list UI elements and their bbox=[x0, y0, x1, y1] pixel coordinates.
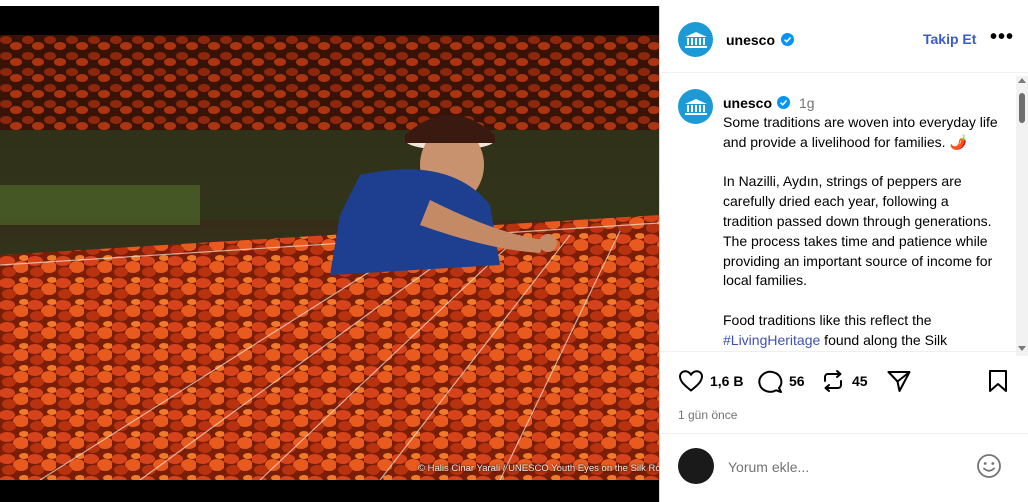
like-count[interactable]: 1,6 B bbox=[710, 373, 743, 389]
comment-box bbox=[660, 433, 1028, 502]
photo-credit: © Halis Cinar Yarali / UNESCO Youth Eyes… bbox=[418, 463, 659, 474]
post-date[interactable]: 1 gün önce bbox=[678, 408, 737, 422]
scroll-up-arrow-icon[interactable] bbox=[1018, 78, 1026, 83]
caption-time[interactable]: 1g bbox=[799, 95, 815, 111]
caption-avatar[interactable] bbox=[678, 89, 713, 124]
scrollbar-thumb[interactable] bbox=[1019, 93, 1025, 123]
post-header: unesco Takip Et ••• bbox=[660, 6, 1028, 73]
post-photo bbox=[0, 35, 659, 480]
comment-icon[interactable] bbox=[757, 369, 783, 393]
post-media[interactable]: © Halis Cinar Yarali / UNESCO Youth Eyes… bbox=[0, 6, 659, 502]
current-user-avatar bbox=[678, 448, 714, 484]
repost-count[interactable]: 45 bbox=[852, 373, 868, 389]
unesco-logo-icon bbox=[684, 31, 707, 48]
like-action[interactable]: 1,6 B bbox=[678, 369, 743, 393]
repost-action[interactable]: 45 bbox=[820, 369, 868, 393]
caption-text-segment: Food traditions like this reflect the bbox=[723, 311, 932, 328]
caption-paragraph: Food traditions like this reflect the #L… bbox=[723, 311, 1001, 351]
instagram-post: © Halis Cinar Yarali / UNESCO Youth Eyes… bbox=[0, 6, 1028, 502]
share-icon[interactable] bbox=[886, 369, 912, 393]
caption-text: Some traditions are woven into everyday … bbox=[723, 113, 1001, 358]
hashtag-link[interactable]: #LivingHeritage bbox=[723, 332, 820, 348]
comment-action[interactable]: 56 bbox=[757, 369, 805, 393]
caption-username[interactable]: unesco bbox=[723, 95, 772, 111]
more-options-button[interactable]: ••• bbox=[990, 26, 1014, 49]
save-action[interactable] bbox=[987, 369, 1009, 393]
post-actions: 1,6 B 56 45 1 gün önce bbox=[660, 351, 1028, 427]
verified-badge-icon bbox=[777, 96, 790, 109]
follow-button[interactable]: Takip Et bbox=[923, 31, 976, 47]
share-action[interactable] bbox=[886, 369, 912, 393]
comment-input[interactable] bbox=[726, 454, 960, 480]
caption-area: unesco 1g Some traditions are woven into… bbox=[660, 73, 1020, 358]
bookmark-icon[interactable] bbox=[987, 369, 1009, 393]
comment-count[interactable]: 56 bbox=[789, 373, 805, 389]
caption-text-segment: found along the Silk bbox=[820, 331, 948, 348]
emoji-icon[interactable] bbox=[976, 453, 1002, 479]
caption-paragraph: Some traditions are woven into everyday … bbox=[723, 114, 998, 150]
unesco-avatar[interactable] bbox=[678, 22, 713, 57]
unesco-logo-icon bbox=[684, 98, 707, 115]
header-username[interactable]: unesco bbox=[726, 32, 775, 48]
verified-badge-icon bbox=[781, 33, 794, 46]
repost-icon[interactable] bbox=[820, 369, 846, 393]
heart-icon[interactable] bbox=[678, 369, 704, 393]
post-side-panel: unesco Takip Et ••• unesco 1g Some tradi… bbox=[659, 6, 1028, 502]
caption-paragraph: In Nazilli, Aydın, strings of peppers ar… bbox=[723, 173, 993, 289]
